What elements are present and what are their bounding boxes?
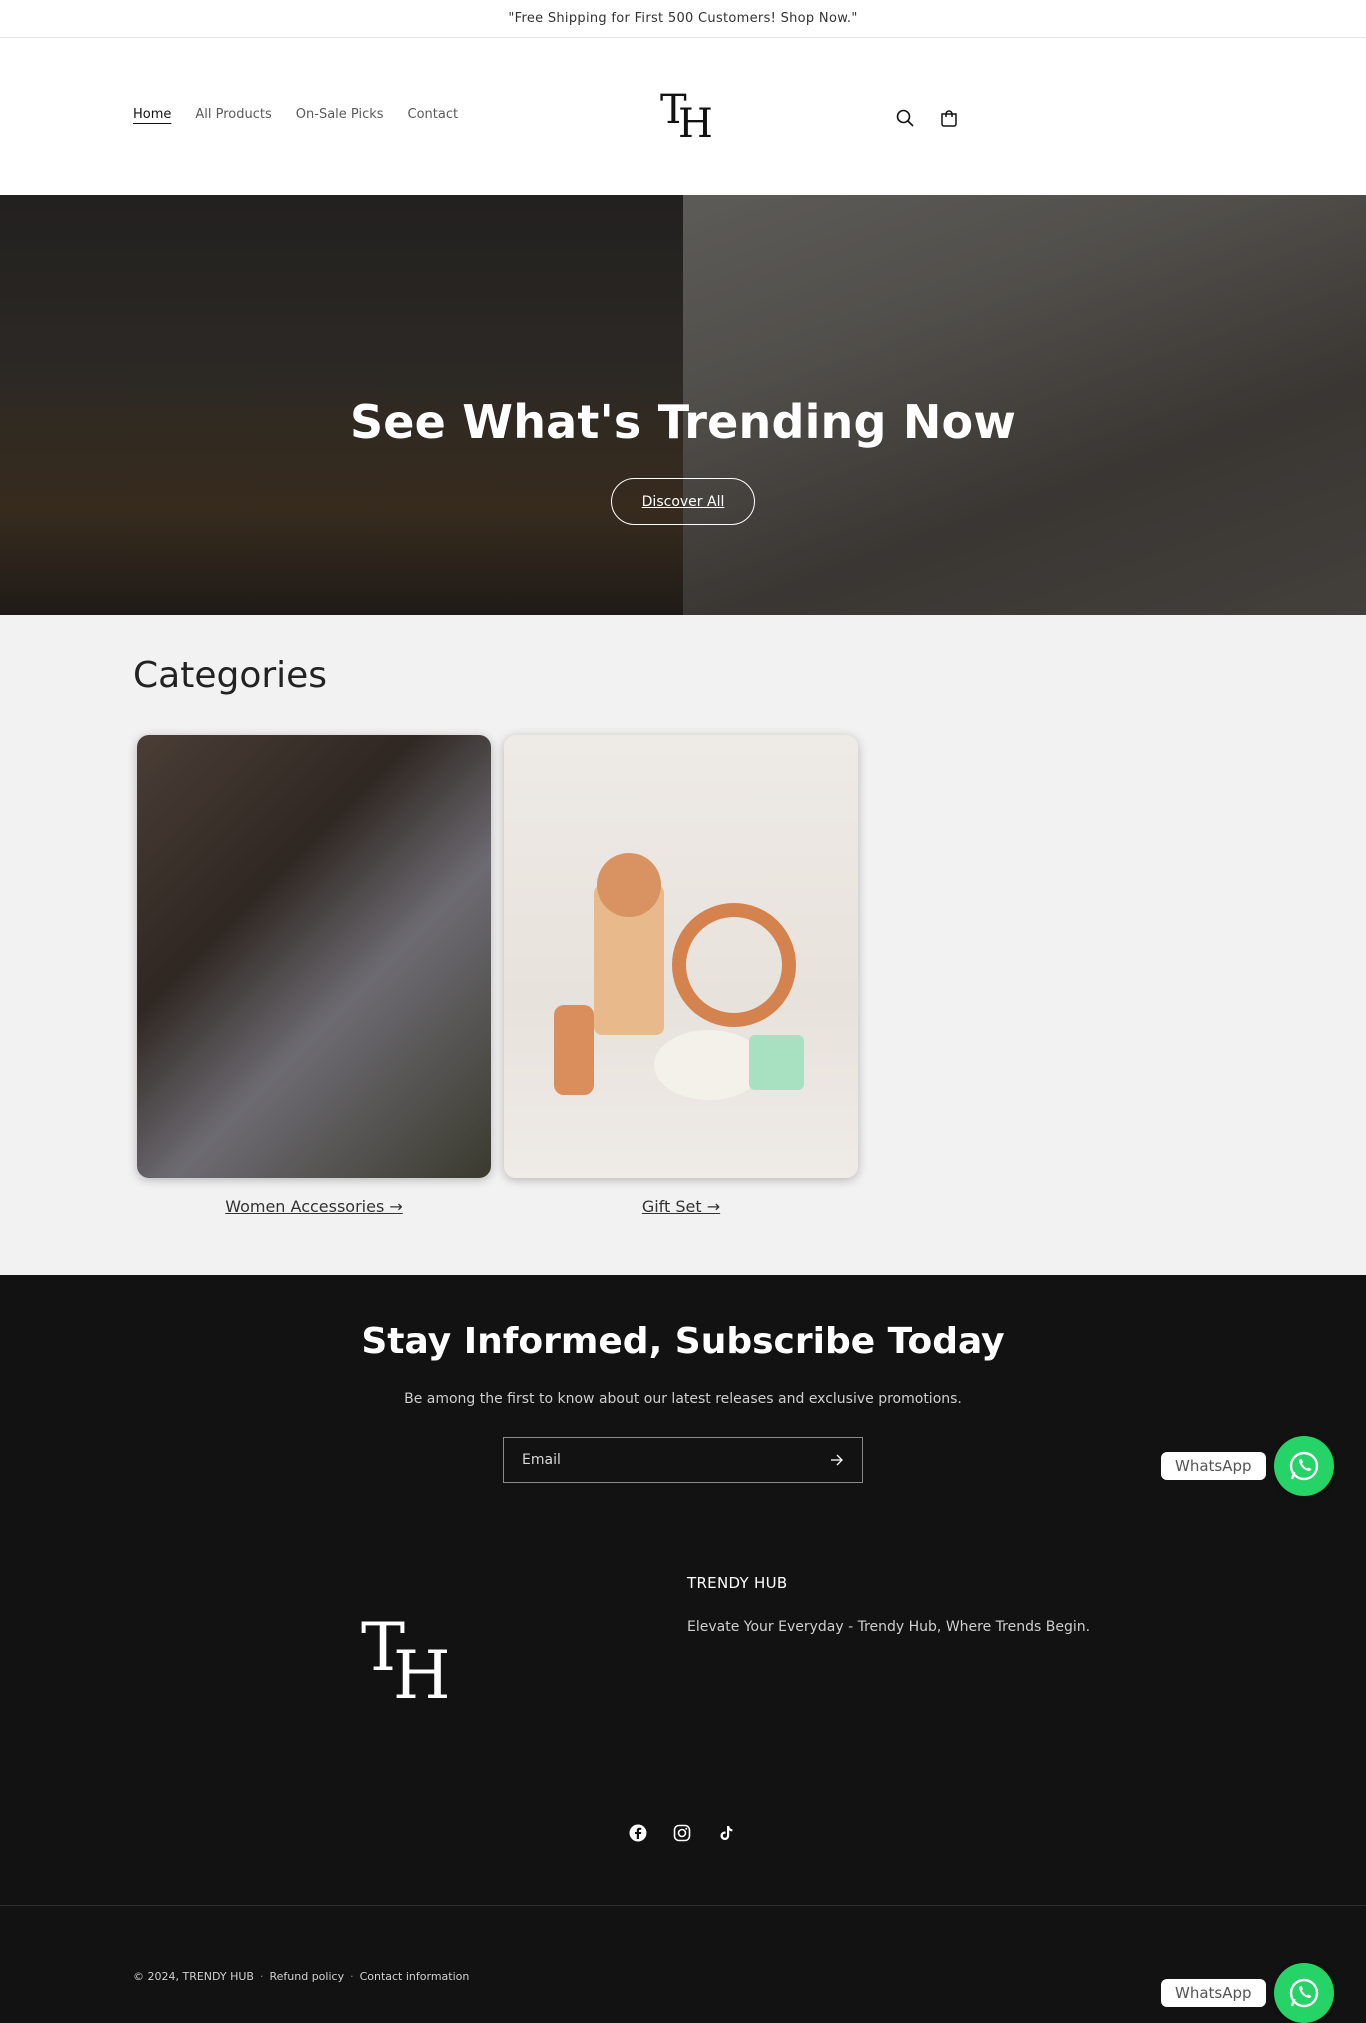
arrow-right-icon[interactable]: [830, 1451, 844, 1470]
contact-information-link[interactable]: Contact information: [360, 1970, 470, 1983]
footer-divider: [0, 1905, 1366, 1906]
newsletter-description: Be among the first to know about our lat…: [404, 1391, 962, 1407]
whatsapp-icon: [1289, 1451, 1318, 1481]
hero-title: See What's Trending Now: [349, 395, 1017, 449]
categories-section: Categories Women Accessories → Gift Set …: [0, 615, 1366, 1275]
discover-all-button[interactable]: Discover All: [611, 478, 755, 525]
category-link-gift-set[interactable]: Gift Set →: [504, 1197, 858, 1216]
copyright-bar: © 2024, TRENDY HUB · Refund policy · Con…: [133, 1970, 469, 1983]
cart-icon[interactable]: [937, 106, 961, 130]
hero-banner: See What's Trending Now Discover All: [0, 195, 1366, 615]
main-nav: Home All Products On-Sale Picks Contact: [133, 107, 458, 122]
footer-tagline: Elevate Your Everyday - Trendy Hub, Wher…: [687, 1619, 1091, 1635]
site-logo[interactable]: T H: [656, 85, 716, 147]
whatsapp-button[interactable]: [1273, 1436, 1334, 1496]
copyright-text[interactable]: © 2024, TRENDY HUB: [133, 1970, 254, 1983]
nav-home[interactable]: Home: [133, 107, 171, 122]
announcement-text[interactable]: "Free Shipping for First 500 Customers! …: [508, 11, 857, 26]
svg-text:H: H: [678, 101, 713, 141]
whatsapp-button[interactable]: [1273, 1963, 1334, 2023]
separator: ·: [350, 1970, 354, 1983]
instagram-icon[interactable]: [672, 1823, 692, 1843]
svg-text:H: H: [393, 1637, 451, 1708]
social-links: [628, 1823, 736, 1843]
newsletter-form: [503, 1437, 863, 1483]
refund-policy-link[interactable]: Refund policy: [269, 1970, 344, 1983]
category-card-gift-set[interactable]: [504, 735, 858, 1178]
whatsapp-icon: [1289, 1978, 1318, 2008]
category-card-women-accessories[interactable]: [137, 735, 491, 1178]
th-logo-icon: T H: [660, 87, 713, 147]
announcement-bar: "Free Shipping for First 500 Customers! …: [0, 0, 1366, 38]
facebook-icon[interactable]: [628, 1823, 648, 1843]
whatsapp-widget[interactable]: WhatsApp: [1161, 1963, 1334, 2023]
site-header: Home All Products On-Sale Picks Contact …: [0, 39, 1366, 195]
search-icon[interactable]: [893, 106, 917, 130]
th-logo-icon: T H: [361, 1609, 451, 1714]
separator: ·: [259, 1970, 264, 1983]
whatsapp-label[interactable]: WhatsApp: [1161, 1979, 1266, 2007]
site-footer: Stay Informed, Subscribe Today Be among …: [0, 1275, 1366, 2023]
tiktok-icon[interactable]: [716, 1823, 736, 1843]
category-link-women-accessories[interactable]: Women Accessories →: [137, 1197, 491, 1216]
categories-title: Categories: [133, 655, 328, 696]
gift-set-illustration: [554, 853, 804, 1100]
header-icons: [893, 106, 961, 130]
whatsapp-label[interactable]: WhatsApp: [1161, 1452, 1266, 1480]
footer-brand-title: TRENDY HUB: [687, 1574, 788, 1592]
nav-all-products[interactable]: All Products: [195, 107, 271, 122]
nav-on-sale-picks[interactable]: On-Sale Picks: [296, 107, 384, 122]
newsletter-title: Stay Informed, Subscribe Today: [361, 1321, 1005, 1362]
email-input[interactable]: [522, 1452, 802, 1468]
footer-logo[interactable]: T H: [357, 1609, 467, 1714]
whatsapp-widget[interactable]: WhatsApp: [1161, 1436, 1334, 1496]
nav-contact[interactable]: Contact: [408, 107, 459, 122]
